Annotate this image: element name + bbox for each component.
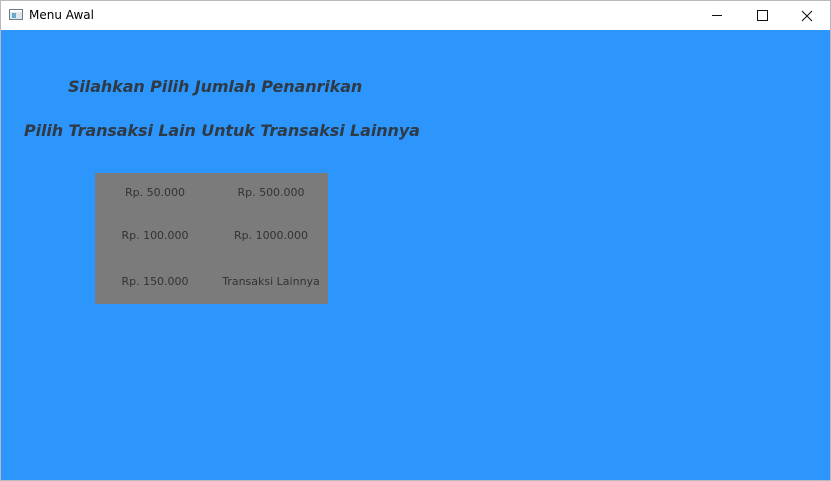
- amount-1000000-button[interactable]: Rp. 1000.000: [234, 229, 308, 242]
- close-button[interactable]: [784, 1, 830, 30]
- app-window: Menu Awal Silahkan Pilih Jumlah Penanrik…: [0, 0, 831, 481]
- app-window-icon: [9, 9, 23, 20]
- other-transaction-hint: Pilih Transaksi Lain Untuk Transaksi Lai…: [24, 121, 420, 140]
- amount-500000-button[interactable]: Rp. 500.000: [237, 186, 304, 199]
- amount-100000-button[interactable]: Rp. 100.000: [121, 229, 188, 242]
- maximize-button[interactable]: [739, 1, 785, 30]
- window-title: Menu Awal: [29, 8, 94, 22]
- title-bar[interactable]: Menu Awal: [1, 1, 830, 30]
- amount-50000-button[interactable]: Rp. 50.000: [125, 186, 185, 199]
- minimize-icon: [712, 15, 722, 16]
- main-content: Silahkan Pilih Jumlah Penanrikan Pilih T…: [1, 30, 830, 480]
- choose-amount-heading: Silahkan Pilih Jumlah Penanrikan: [68, 77, 363, 96]
- withdrawal-options-panel: Rp. 50.000 Rp. 500.000 Rp. 100.000 Rp. 1…: [95, 173, 328, 304]
- minimize-button[interactable]: [694, 1, 740, 30]
- amount-150000-button[interactable]: Rp. 150.000: [121, 275, 188, 288]
- other-transaction-button[interactable]: Transaksi Lainnya: [222, 275, 320, 288]
- close-icon: [801, 10, 813, 21]
- maximize-icon: [756, 10, 768, 21]
